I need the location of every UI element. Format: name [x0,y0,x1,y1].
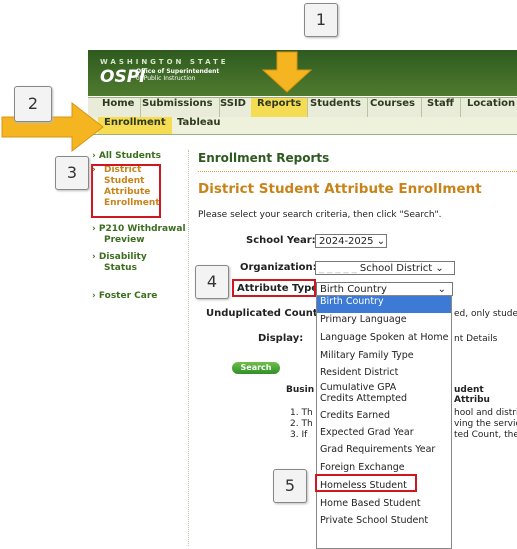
annotation-arrows [1,51,313,153]
callout-3: 3 [55,156,89,190]
callout-1: 1 [304,3,338,37]
callout-5: 5 [273,469,307,503]
callout-2: 2 [14,86,52,122]
down-arrow-icon [261,51,313,93]
callout-4: 4 [195,265,229,299]
